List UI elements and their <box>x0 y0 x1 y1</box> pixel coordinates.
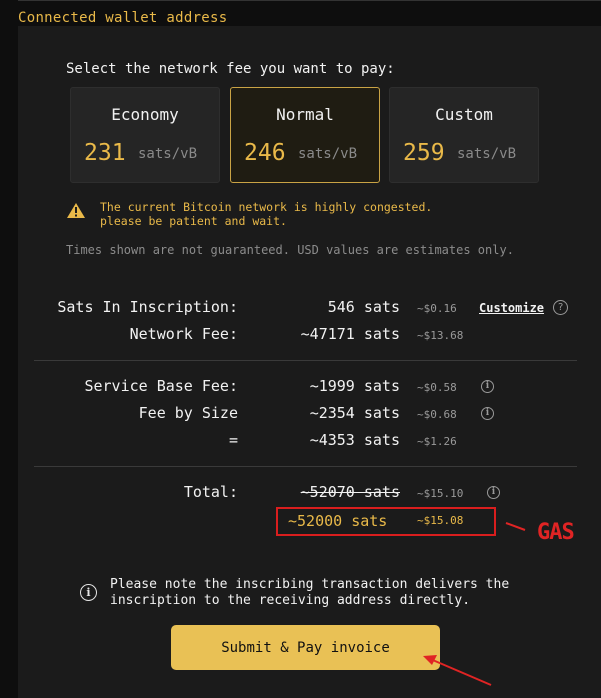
fee-option-value: 231 <box>84 140 126 166</box>
fee-option-economy[interactable]: Economy 231 sats/vB <box>70 87 220 183</box>
estimate-disclaimer: Times shown are not guaranteed. USD valu… <box>66 243 514 257</box>
fee-option-unit: sats/vB <box>298 146 358 162</box>
fee-option-name: Economy <box>111 105 179 124</box>
note-line: inscription to the receiving address dir… <box>110 593 471 608</box>
fee-option-name: Custom <box>435 105 493 124</box>
inscription-usd-value: ~$0.16 <box>417 302 457 315</box>
connected-wallet-link[interactable]: Connected wallet address <box>18 10 228 26</box>
service-subtotal-value: ~4353 sats <box>309 431 400 449</box>
inscription-delivery-note: Please note the inscribing transaction d… <box>110 577 550 609</box>
info-icon: i <box>80 584 97 601</box>
summary-divider <box>34 360 577 361</box>
service-subtotal-usd: ~$1.26 <box>417 435 457 448</box>
total-usd: ~$15.08 <box>417 514 464 527</box>
fee-option-custom[interactable]: Custom 259 sats/vB <box>389 87 539 183</box>
service-base-fee-label: Service Base Fee: <box>84 377 238 395</box>
inscription-sats-value: 546 sats <box>327 298 400 316</box>
congestion-warning: The current Bitcoin network is highly co… <box>100 200 500 228</box>
fee-option-unit: sats/vB <box>457 146 517 162</box>
fee-by-size-value: ~2354 sats <box>309 404 400 422</box>
help-icon[interactable]: ? <box>553 300 568 315</box>
service-base-fee-value: ~1999 sats <box>309 377 400 395</box>
fee-option-normal[interactable]: Normal 246 sats/vB <box>230 87 380 183</box>
total-label: Total: <box>183 483 238 501</box>
total-value: ~52000 sats <box>288 512 388 530</box>
fee-by-size-label: Fee by Size <box>138 404 238 422</box>
warning-line: please be patient and wait. <box>100 214 287 228</box>
note-line: Please note the inscribing transaction d… <box>110 577 510 592</box>
network-fee-value: ~47171 sats <box>300 325 400 343</box>
fee-option-value: 259 <box>403 140 445 166</box>
warning-line: The current Bitcoin network is highly co… <box>100 200 433 214</box>
submit-pay-invoice-button[interactable]: Submit & Pay invoice <box>171 625 440 670</box>
warning-icon <box>67 203 85 218</box>
fee-by-size-usd: ~$0.68 <box>417 408 457 421</box>
service-base-fee-usd: ~$0.58 <box>417 381 457 394</box>
info-icon[interactable]: i <box>487 486 500 499</box>
fee-option-name: Normal <box>276 105 334 124</box>
info-icon[interactable]: i <box>481 380 494 393</box>
total-old-value: ~52070 sats <box>300 483 400 501</box>
customize-link[interactable]: Customize <box>479 301 544 315</box>
network-fee-label: Network Fee: <box>129 325 238 343</box>
summary-divider <box>34 466 577 467</box>
network-fee-usd: ~$13.68 <box>417 329 464 342</box>
fee-select-prompt: Select the network fee you want to pay: <box>66 61 395 77</box>
service-subtotal-label: = <box>228 431 238 449</box>
info-icon[interactable]: i <box>481 407 494 420</box>
total-old-usd: ~$15.10 <box>417 487 464 500</box>
fee-option-value: 246 <box>244 140 286 166</box>
top-divider <box>18 0 601 1</box>
gas-annotation-label: GAS <box>537 520 575 545</box>
fee-option-unit: sats/vB <box>138 146 198 162</box>
inscription-sats-label: Sats In Inscription: <box>57 298 238 316</box>
